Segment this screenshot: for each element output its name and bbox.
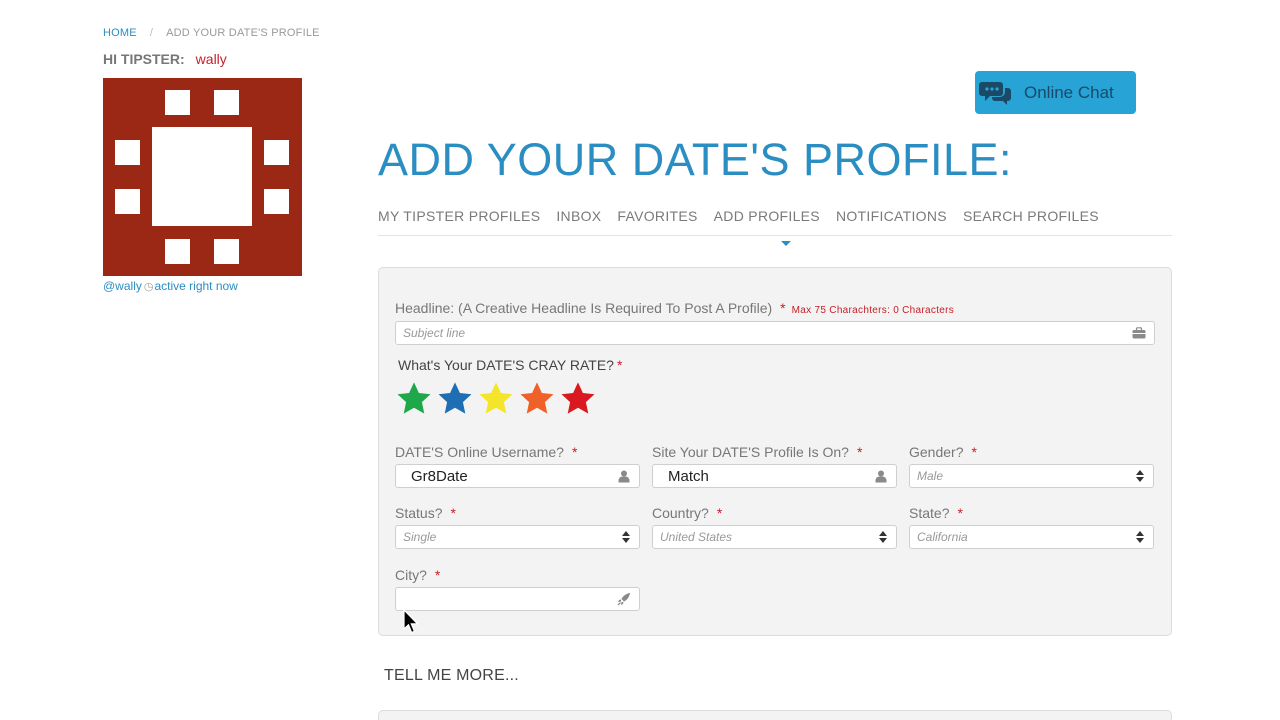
- tell-me-more-heading: TELL ME MORE...: [384, 667, 519, 684]
- chat-bubbles-icon: [975, 71, 1017, 114]
- profile-site-value: Match: [668, 467, 709, 485]
- user-icon: [617, 469, 631, 483]
- country-label: Country? *: [652, 505, 722, 521]
- required-mark: *: [971, 444, 977, 460]
- state-label-text: State?: [909, 505, 950, 521]
- rocket-icon: [617, 592, 631, 606]
- presence-text: active right now: [154, 279, 238, 293]
- greeting-label: HI TIPSTER:: [103, 51, 185, 67]
- gender-label: Gender? *: [909, 444, 977, 460]
- city-label: City? *: [395, 567, 440, 583]
- select-arrows-icon: [1135, 531, 1145, 543]
- tab-favorites[interactable]: FAVORITES: [617, 208, 697, 224]
- avatar-square: [214, 90, 239, 115]
- required-mark: *: [571, 444, 578, 460]
- profile-site-label: Site Your DATE'S Profile Is On? *: [652, 444, 862, 460]
- presence-status: @wally ◷active right now: [103, 279, 238, 293]
- tab-notifications[interactable]: NOTIFICATIONS: [836, 208, 947, 224]
- state-label: State? *: [909, 505, 963, 521]
- avatar-square: [115, 189, 140, 214]
- required-mark: *: [616, 357, 623, 373]
- avatar[interactable]: [103, 78, 302, 276]
- tab-inbox[interactable]: INBOX: [556, 208, 601, 224]
- city-input[interactable]: [395, 587, 640, 611]
- select-arrows-icon: [1135, 470, 1145, 482]
- avatar-square: [165, 90, 190, 115]
- online-chat-button[interactable]: Online Chat: [975, 71, 1136, 114]
- presence-handle[interactable]: @wally: [103, 279, 142, 293]
- state-select[interactable]: California: [909, 525, 1154, 549]
- gender-label-text: Gender?: [909, 444, 964, 460]
- headline-placeholder: Subject line: [403, 326, 466, 340]
- page-title: ADD YOUR DATE'S PROFILE:: [378, 134, 1013, 185]
- city-label-text: City?: [395, 567, 427, 583]
- avatar-square: [264, 140, 289, 165]
- required-mark: *: [856, 444, 863, 460]
- date-username-input[interactable]: Gr8Date: [395, 464, 640, 488]
- cray-rate-label: What's Your DATE'S CRAY RATE? *: [398, 357, 622, 373]
- date-username-label: DATE'S Online Username? *: [395, 444, 577, 460]
- headline-label: Headline: (A Creative Headline Is Requir…: [395, 300, 954, 316]
- status-label-text: Status?: [395, 505, 443, 521]
- breadcrumb-home-link[interactable]: HOME: [103, 27, 137, 39]
- headline-label-text: Headline: (A Creative Headline Is Requir…: [395, 300, 773, 316]
- required-mark: *: [957, 505, 963, 521]
- profile-nav: MY TIPSTER PROFILES INBOX FAVORITES ADD …: [378, 208, 1115, 224]
- nav-divider: [378, 235, 1172, 236]
- star-icon-3[interactable]: [477, 380, 515, 418]
- cray-rate-stars: [395, 380, 597, 418]
- date-username-label-text: DATE'S Online Username?: [395, 444, 564, 460]
- required-mark: *: [716, 505, 723, 521]
- user-icon: [874, 469, 888, 483]
- active-tab-caret-icon: [781, 241, 791, 246]
- required-mark: *: [780, 300, 786, 316]
- briefcase-icon: [1132, 326, 1146, 340]
- headline-input[interactable]: Subject line: [395, 321, 1155, 345]
- select-arrows-icon: [621, 531, 631, 543]
- state-value: California: [917, 530, 968, 544]
- status-value: Single: [403, 530, 437, 544]
- status-label: Status? *: [395, 505, 456, 521]
- greeting-username: wally: [195, 51, 227, 67]
- star-icon-4[interactable]: [518, 380, 556, 418]
- breadcrumb-separator: /: [149, 27, 154, 39]
- avatar-square: [264, 189, 289, 214]
- tab-search-profiles[interactable]: SEARCH PROFILES: [963, 208, 1099, 224]
- mouse-cursor-icon: [403, 608, 419, 640]
- tab-my-tipster-profiles[interactable]: MY TIPSTER PROFILES: [378, 208, 540, 224]
- select-arrows-icon: [878, 531, 888, 543]
- tab-add-profiles[interactable]: ADD PROFILES: [714, 208, 820, 224]
- star-icon-2[interactable]: [436, 380, 474, 418]
- cray-rate-label-text: What's Your DATE'S CRAY RATE?: [398, 357, 614, 373]
- star-icon-5[interactable]: [559, 380, 597, 418]
- avatar-square: [214, 239, 239, 264]
- country-label-text: Country?: [652, 505, 709, 521]
- avatar-center-square: [152, 127, 252, 226]
- required-mark: *: [434, 567, 441, 583]
- breadcrumb-current: ADD YOUR DATE'S PROFILE: [166, 27, 320, 39]
- profile-site-label-text: Site Your DATE'S Profile Is On?: [652, 444, 849, 460]
- profile-site-input[interactable]: Match: [652, 464, 897, 488]
- gender-select[interactable]: Male: [909, 464, 1154, 488]
- tell-me-more-panel: [378, 710, 1172, 720]
- clock-icon: ◷: [143, 281, 154, 293]
- country-value: United States: [660, 530, 733, 544]
- headline-char-count: Max 75 Charachters: 0 Characters: [791, 305, 955, 316]
- country-select[interactable]: United States: [652, 525, 897, 549]
- online-chat-label: Online Chat: [1024, 82, 1114, 102]
- breadcrumb: HOME / ADD YOUR DATE'S PROFILE: [103, 27, 320, 39]
- date-username-value: Gr8Date: [411, 467, 468, 485]
- avatar-square: [115, 140, 140, 165]
- greeting: HI TIPSTER: wally: [103, 51, 227, 67]
- status-select[interactable]: Single: [395, 525, 640, 549]
- avatar-square: [165, 239, 190, 264]
- gender-value: Male: [917, 469, 944, 483]
- required-mark: *: [450, 505, 456, 521]
- star-icon-1[interactable]: [395, 380, 433, 418]
